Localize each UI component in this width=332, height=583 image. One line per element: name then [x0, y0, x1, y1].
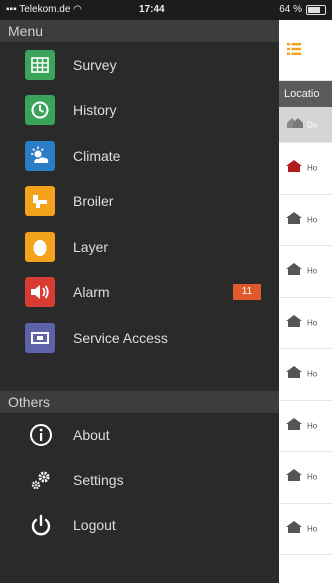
- location-label: Ho: [307, 421, 318, 431]
- location-row[interactable]: Ho: [279, 349, 332, 401]
- status-bar: ▪▪▪ Telekom.de ◠ 17:44 64 %: [0, 0, 332, 20]
- menu-item-label: History: [73, 102, 117, 119]
- menu-item-label: Survey: [73, 56, 117, 73]
- menu-item-history[interactable]: History: [0, 88, 279, 134]
- location-row[interactable]: Ho: [279, 297, 332, 349]
- gears-icon: [28, 467, 54, 493]
- house-icon: [286, 417, 302, 435]
- menu-item-about[interactable]: About: [0, 413, 279, 458]
- signal-icon: ▪▪▪: [6, 4, 17, 15]
- grid-icon: [25, 49, 55, 80]
- house-icon: [286, 314, 302, 332]
- menu-item-service-access[interactable]: Service Access: [0, 315, 279, 361]
- menu-item-label: Logout: [73, 517, 116, 533]
- menu-item-logout[interactable]: Logout: [0, 503, 279, 548]
- menu-item-label: Settings: [73, 472, 124, 488]
- status-time: 17:44: [139, 4, 165, 15]
- location-label: Ho: [307, 318, 318, 328]
- menu-item-label: About: [73, 427, 110, 443]
- location-label: Ho: [307, 163, 318, 173]
- location-label: Ho: [307, 472, 318, 482]
- house-icon: [286, 520, 302, 538]
- menu-item-alarm[interactable]: Alarm 11: [0, 270, 279, 316]
- menu-item-climate[interactable]: Climate: [0, 133, 279, 179]
- location-label: Ho: [307, 524, 318, 534]
- location-row[interactable]: Do: [279, 107, 332, 143]
- house-icon: [286, 262, 302, 280]
- menu-item-label: Climate: [73, 147, 121, 164]
- speaker-icon: [25, 277, 55, 308]
- location-label: Ho: [307, 215, 318, 225]
- menu-item-label: Alarm: [73, 284, 110, 301]
- sun-cloud-icon: [25, 140, 55, 171]
- menu-toggle-icon[interactable]: [287, 42, 301, 61]
- location-list-panel: Locatio Do Ho Ho Ho Ho Ho Ho Ho Ho: [279, 20, 332, 583]
- location-row[interactable]: Ho: [279, 452, 332, 504]
- house-icon: [286, 468, 302, 486]
- clock-icon: [25, 95, 55, 126]
- location-row[interactable]: Ho: [279, 194, 332, 246]
- location-label: Ho: [307, 369, 318, 379]
- menu-item-settings[interactable]: Settings: [0, 458, 279, 503]
- power-icon: [28, 512, 54, 538]
- location-row[interactable]: Ho: [279, 400, 332, 452]
- menu-item-label: Broiler: [73, 193, 114, 210]
- app-top-bar: [279, 20, 332, 81]
- location-row[interactable]: Ho: [279, 503, 332, 555]
- wifi-icon: ◠: [73, 4, 82, 15]
- menu-item-broiler[interactable]: Broiler: [0, 179, 279, 225]
- location-row[interactable]: Ho: [279, 246, 332, 298]
- locations-subheader: Locatio: [279, 81, 332, 107]
- others-section-header: Others: [0, 390, 279, 413]
- menu-item-layer[interactable]: Layer: [0, 224, 279, 270]
- house-icon: [286, 211, 302, 229]
- location-row[interactable]: Ho: [279, 143, 332, 195]
- info-icon: [28, 422, 54, 448]
- battery-icon: [306, 4, 326, 15]
- house-icon: [286, 365, 302, 383]
- side-drawer: Menu Survey History Climate Broiler Laye…: [0, 20, 279, 583]
- carrier-label: ▪▪▪ Telekom.de ◠: [6, 4, 82, 15]
- egg-icon: [25, 231, 55, 262]
- menu-item-label: Service Access: [73, 329, 168, 346]
- location-label: Do: [307, 120, 318, 129]
- house-alert-icon: [286, 159, 302, 177]
- service-card-icon: [25, 322, 55, 353]
- broiler-icon: [25, 186, 55, 217]
- menu-section-header: Menu: [0, 20, 279, 42]
- menu-item-label: Layer: [73, 238, 109, 255]
- house-group-icon: [286, 116, 304, 134]
- location-label: Ho: [307, 266, 318, 276]
- alarm-count-badge: 11: [233, 284, 261, 301]
- battery-indicator: 64 %: [279, 4, 326, 15]
- menu-item-survey[interactable]: Survey: [0, 42, 279, 88]
